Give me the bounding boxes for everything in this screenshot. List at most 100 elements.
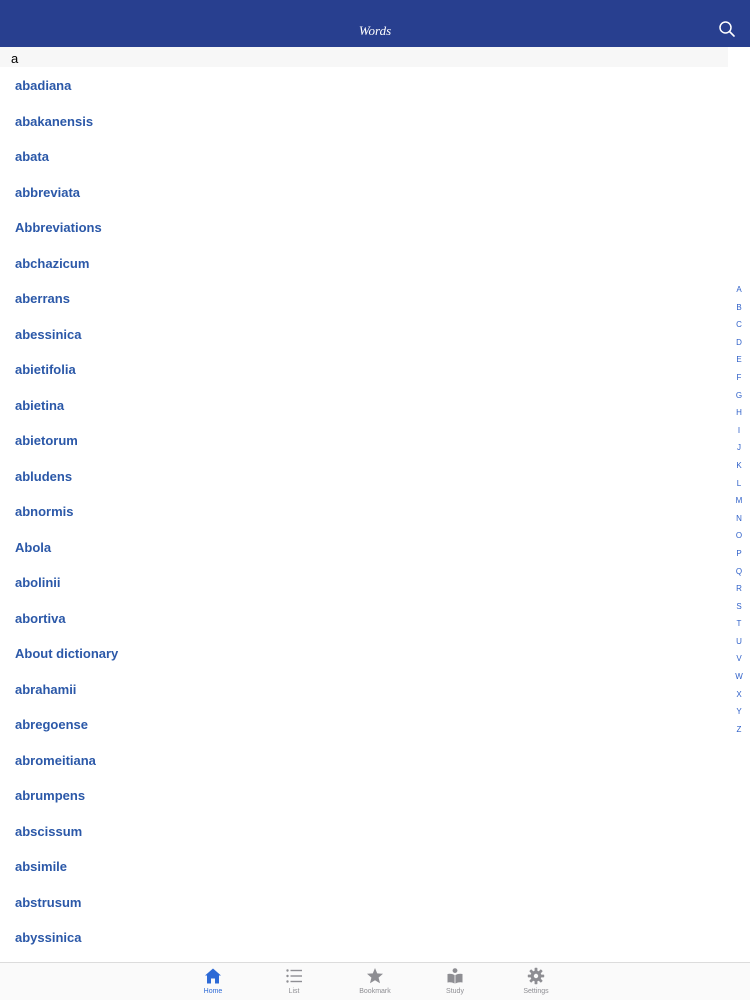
tab-study[interactable]: Study — [425, 963, 485, 1000]
study-icon — [447, 968, 463, 984]
list-item[interactable]: Abbreviations — [0, 209, 728, 245]
word-label: aberrans — [15, 291, 70, 306]
index-letter[interactable]: C — [732, 316, 746, 334]
list-item[interactable]: abstrusum — [0, 884, 728, 920]
word-label: abscissum — [15, 823, 83, 839]
search-button[interactable] — [718, 20, 736, 38]
index-letter[interactable]: L — [732, 475, 746, 493]
word-label: abessinica — [15, 326, 82, 342]
index-letter[interactable]: T — [732, 615, 746, 633]
gear-icon — [527, 967, 545, 985]
word-label: abadiana — [15, 78, 72, 93]
list-item[interactable]: abadiana — [0, 67, 728, 103]
word-list: abadiana abakanensis abata abbreviata Abbrev… — [0, 67, 728, 955]
word-label: abortiva — [15, 610, 66, 626]
list-item[interactable]: abrumpens — [0, 777, 728, 813]
index-letter[interactable]: Q — [732, 563, 746, 581]
list-item[interactable]: abolinii — [0, 564, 728, 600]
index-letter[interactable]: I — [732, 422, 746, 440]
list-item[interactable]: absimile — [0, 848, 728, 884]
list-item[interactable]: abscissum — [0, 813, 728, 849]
list-item[interactable]: abrahamii — [0, 671, 728, 707]
list-item[interactable]: abchazicum — [0, 245, 728, 281]
tab-settings[interactable]: Settings — [506, 963, 566, 1000]
list-icon — [286, 969, 302, 983]
word-label: abstrusum — [15, 894, 82, 910]
tab-home[interactable]: Home — [183, 963, 243, 1000]
index-letter[interactable]: U — [732, 633, 746, 651]
word-label: abolinii — [15, 575, 61, 590]
home-icon — [205, 968, 221, 984]
tab-bar: Home List Bookmark Study Settings — [0, 962, 750, 1000]
tab-bookmark-label: Bookmark — [359, 988, 391, 995]
list-item[interactable]: abregoense — [0, 706, 728, 742]
word-label: abietifolia — [15, 362, 76, 377]
index-letter[interactable]: H — [732, 404, 746, 422]
word-label: Abbreviations — [15, 220, 102, 235]
index-letter[interactable]: S — [732, 598, 746, 616]
index-letter[interactable]: A — [732, 281, 746, 299]
word-label: Abola — [15, 539, 52, 555]
star-icon — [367, 968, 383, 984]
word-label: abregoense — [15, 717, 88, 732]
word-label: abyssinica — [15, 930, 82, 945]
list-item[interactable]: abnormis — [0, 493, 728, 529]
index-letter[interactable]: G — [732, 387, 746, 405]
list-item[interactable]: About dictionary — [0, 635, 728, 671]
list-item[interactable]: abata — [0, 138, 728, 174]
tab-home-label: Home — [203, 988, 223, 995]
word-label: abata — [15, 149, 49, 164]
list-item[interactable]: abromeitiana — [0, 742, 728, 778]
index-letter[interactable]: F — [732, 369, 746, 387]
word-label: About dictionary — [15, 646, 119, 661]
index-letter[interactable]: K — [732, 457, 746, 475]
list-item[interactable]: abortiva — [0, 600, 728, 636]
index-letter[interactable]: O — [732, 527, 746, 545]
list-item[interactable]: abietorum — [0, 422, 728, 458]
index-letter[interactable]: R — [732, 580, 746, 598]
index-letter[interactable]: J — [732, 439, 746, 457]
navigation-bar: Words — [0, 0, 750, 47]
search-icon — [719, 21, 735, 37]
index-letter[interactable]: D — [732, 334, 746, 352]
index-letter[interactable]: B — [732, 299, 746, 317]
tab-bookmark[interactable]: Bookmark — [345, 963, 405, 1000]
list-item[interactable]: abyssinica — [0, 919, 728, 955]
index-letter[interactable]: M — [732, 492, 746, 510]
word-label: abnormis — [15, 504, 74, 519]
word-label: abrumpens — [15, 788, 86, 803]
index-letter[interactable]: E — [732, 351, 746, 369]
tab-settings-label: Settings — [523, 988, 549, 995]
list-item[interactable]: abessinica — [0, 316, 728, 352]
word-label: abbreviata — [15, 184, 81, 200]
alphabet-index[interactable]: ABCDEFGHIJKLMNOPQRSTUVWXYZ — [732, 281, 746, 738]
index-letter[interactable]: V — [732, 650, 746, 668]
word-label: abietina — [15, 397, 65, 413]
word-label: abludens — [15, 468, 73, 484]
section-header-label: a — [11, 51, 19, 66]
index-letter[interactable]: P — [732, 545, 746, 563]
list-item[interactable]: abietifolia — [0, 351, 728, 387]
list-item[interactable]: abietina — [0, 387, 728, 423]
index-letter[interactable]: X — [732, 686, 746, 704]
section-header: a — [0, 47, 728, 67]
tab-study-label: Study — [446, 988, 464, 995]
tab-list[interactable]: List — [264, 963, 324, 1000]
list-item[interactable]: abbreviata — [0, 174, 728, 210]
index-letter[interactable]: W — [732, 668, 746, 686]
word-label: abrahamii — [15, 681, 77, 697]
word-label: abchazicum — [15, 255, 90, 271]
list-item[interactable]: abludens — [0, 458, 728, 494]
app-window: Words a abadiana abakanensis abata abbrevia… — [0, 0, 750, 1000]
index-letter[interactable]: N — [732, 510, 746, 528]
word-label: absimile — [15, 859, 68, 874]
list-item[interactable]: abakanensis — [0, 103, 728, 139]
index-letter[interactable]: Z — [732, 721, 746, 739]
page-title: Words — [358, 23, 392, 38]
word-label: abakanensis — [15, 113, 94, 129]
word-label: abietorum — [15, 433, 78, 448]
word-label: abromeitiana — [15, 752, 96, 768]
index-letter[interactable]: Y — [732, 703, 746, 721]
list-item[interactable]: aberrans — [0, 280, 728, 316]
list-item[interactable]: Abola — [0, 529, 728, 565]
